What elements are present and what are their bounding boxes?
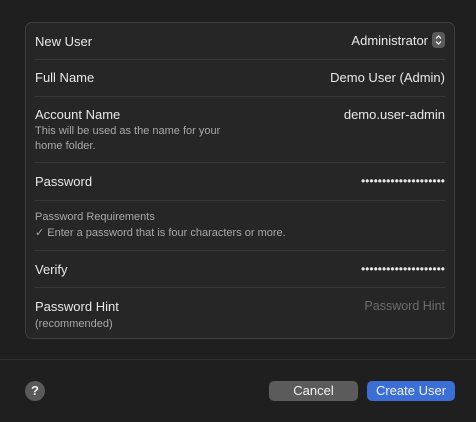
account-name-label: Account Name bbox=[35, 107, 121, 122]
new-user-sheet: New User Administrator Full Name Demo Us… bbox=[0, 0, 476, 422]
password-requirements: Password Requirements ✓ Enter a password… bbox=[35, 201, 445, 248]
account-name-help-line2: home folder. bbox=[35, 139, 96, 152]
full-name-row: Full Name Demo User (Admin) bbox=[35, 60, 445, 96]
verify-row: Verify •••••••••••••••••••• bbox=[35, 251, 445, 287]
password-hint-row: Password Hint (recommended) Password Hin… bbox=[35, 288, 445, 338]
password-label: Password bbox=[35, 174, 93, 189]
password-row: Password •••••••••••••••••••• bbox=[35, 163, 445, 199]
help-button[interactable]: ? bbox=[25, 381, 45, 401]
verify-field[interactable]: •••••••••••••••••••• bbox=[361, 262, 445, 276]
new-user-row: New User Administrator bbox=[35, 23, 445, 58]
new-user-label: New User bbox=[35, 34, 93, 49]
password-hint-sublabel: (recommended) bbox=[35, 318, 113, 330]
account-name-help-line1: This will be used as the name for your bbox=[35, 125, 221, 137]
account-type-popup[interactable]: Administrator bbox=[351, 32, 445, 48]
account-name-row: Account Name This will be used as the na… bbox=[35, 97, 445, 162]
requirements-item: ✓ Enter a password that is four characte… bbox=[35, 227, 286, 239]
cancel-button[interactable]: Cancel bbox=[269, 381, 358, 401]
full-name-label: Full Name bbox=[35, 70, 95, 85]
up-down-chevron-icon bbox=[432, 32, 445, 48]
verify-label: Verify bbox=[35, 262, 68, 277]
account-name-field[interactable]: demo.user-admin bbox=[344, 107, 445, 122]
password-field[interactable]: •••••••••••••••••••• bbox=[361, 174, 445, 188]
create-user-button[interactable]: Create User bbox=[367, 381, 455, 401]
full-name-field[interactable]: Demo User (Admin) bbox=[330, 70, 445, 85]
password-hint-field[interactable]: Password Hint bbox=[364, 299, 445, 313]
new-user-form: New User Administrator Full Name Demo Us… bbox=[25, 22, 455, 339]
account-type-value: Administrator bbox=[351, 32, 428, 48]
requirements-title: Password Requirements bbox=[35, 211, 155, 223]
password-hint-label: Password Hint bbox=[35, 299, 119, 314]
footer-divider bbox=[0, 359, 476, 360]
